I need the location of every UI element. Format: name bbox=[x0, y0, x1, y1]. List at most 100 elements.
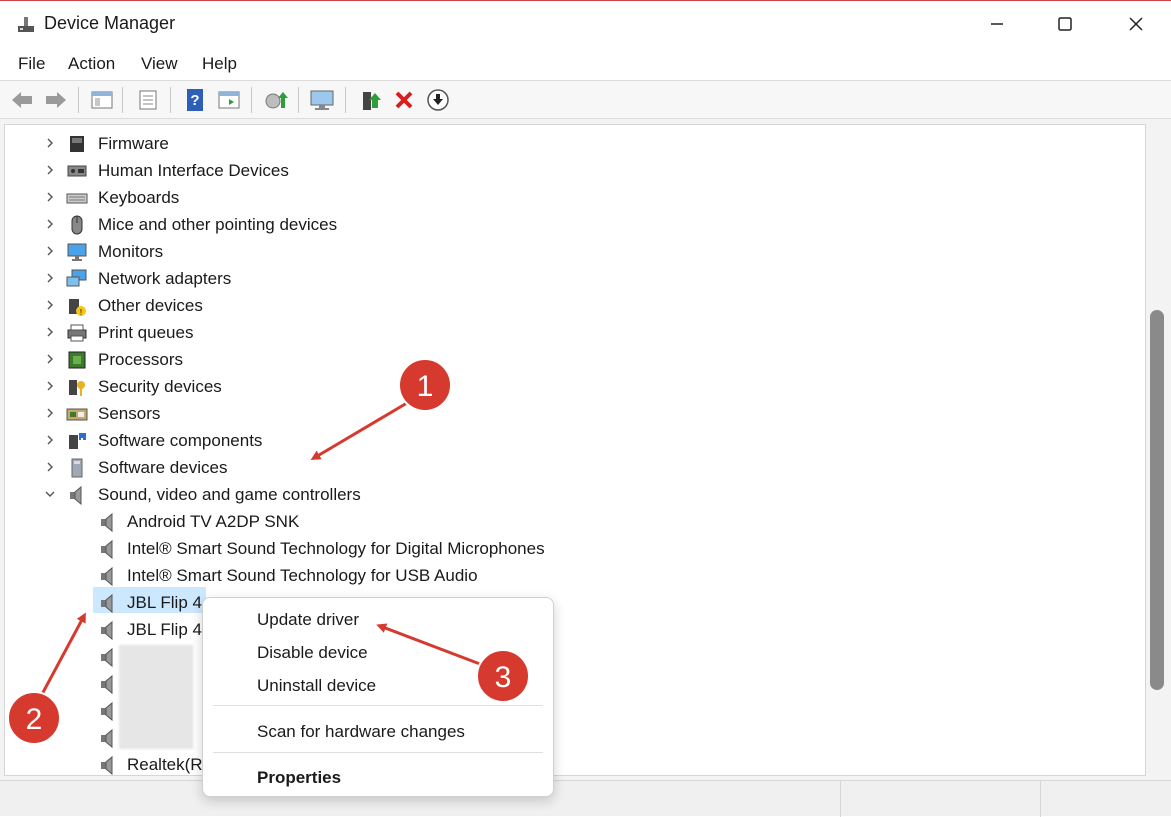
menu-file[interactable]: File bbox=[18, 54, 45, 74]
scan-hardware-icon bbox=[310, 90, 334, 110]
window-title: Device Manager bbox=[44, 13, 176, 33]
tree-category-label: Sound, video and game controllers bbox=[98, 485, 361, 504]
firmware-icon bbox=[70, 136, 84, 152]
tree-category[interactable]: Sound, video and game controllers bbox=[5, 481, 1145, 507]
chevron-down-icon[interactable] bbox=[43, 487, 57, 501]
speaker-icon bbox=[70, 485, 82, 506]
tree-device-label: Realtek(R) bbox=[127, 755, 209, 774]
context-update-driver[interactable]: Update driver bbox=[213, 604, 543, 634]
maximize-button[interactable] bbox=[1030, 1, 1100, 47]
forward-arrow-icon bbox=[46, 92, 66, 108]
back-button[interactable] bbox=[8, 86, 36, 114]
tree-device[interactable]: JBL Flip 4 bbox=[5, 616, 1145, 642]
tree-category-label: Sensors bbox=[98, 404, 161, 423]
tree-device[interactable]: Intel® Smart Sound Technology for Digita… bbox=[5, 535, 1145, 561]
speaker-icon bbox=[101, 566, 113, 587]
printer-icon bbox=[67, 324, 87, 342]
close-button[interactable] bbox=[1101, 1, 1171, 47]
tree-category-label: Software components bbox=[98, 431, 263, 450]
chevron-right-icon[interactable] bbox=[43, 217, 57, 231]
chevron-right-icon[interactable] bbox=[43, 325, 57, 339]
minimize-button[interactable] bbox=[962, 1, 1032, 47]
network-icon bbox=[66, 269, 87, 287]
tree-category[interactable]: Print queues bbox=[5, 319, 1145, 345]
chevron-right-icon[interactable] bbox=[43, 298, 57, 312]
tree-category[interactable]: ! Other devices bbox=[5, 292, 1145, 318]
tree-category[interactable]: Monitors bbox=[5, 238, 1145, 264]
scrollbar-thumb[interactable] bbox=[1150, 310, 1164, 690]
speaker-icon bbox=[101, 593, 113, 614]
context-uninstall-device[interactable]: Uninstall device bbox=[213, 670, 543, 700]
device-tree[interactable]: Firmware Human Interface Devices Keyboards… bbox=[4, 124, 1146, 776]
context-properties[interactable]: Properties bbox=[213, 762, 543, 792]
tree-device[interactable]: Realtek(R) bbox=[5, 751, 1145, 775]
chevron-right-icon[interactable] bbox=[43, 352, 57, 366]
show-hide-console-tree-button[interactable] bbox=[88, 86, 116, 114]
context-disable-device[interactable]: Disable device bbox=[213, 637, 543, 667]
tree-category-label: Processors bbox=[98, 350, 184, 369]
svg-text:?: ? bbox=[190, 92, 199, 109]
keyboard-icon bbox=[66, 193, 88, 204]
uninstall-device-toolbar-button[interactable] bbox=[390, 86, 418, 114]
back-arrow-icon bbox=[12, 92, 32, 108]
device-manager-window: Device Manager File Action View Help ? F… bbox=[0, 0, 1171, 817]
tree-device-label: JBL Flip 4 bbox=[127, 593, 202, 612]
tree-device-label: Android TV A2DP SNK bbox=[127, 512, 300, 531]
help-icon: ? bbox=[187, 89, 203, 111]
tree-device-selected[interactable]: JBL Flip 4 bbox=[5, 589, 1145, 615]
tree-category[interactable]: Software devices bbox=[5, 454, 1145, 480]
tree-category[interactable]: Security devices bbox=[5, 373, 1145, 399]
update-driver-icon bbox=[265, 92, 288, 109]
context-uninstall-device-label: Uninstall device bbox=[257, 676, 377, 695]
console-tree-icon bbox=[91, 91, 113, 109]
tree-category[interactable]: Mice and other pointing devices bbox=[5, 211, 1145, 237]
context-scan-hardware[interactable]: Scan for hardware changes bbox=[213, 716, 543, 746]
tree-category-label: Firmware bbox=[98, 134, 169, 153]
tree-device[interactable]: Intel® Smart Sound Technology for USB Au… bbox=[5, 562, 1145, 588]
chevron-right-icon[interactable] bbox=[43, 136, 57, 150]
tree-device[interactable]: Android TV A2DP SNK bbox=[5, 508, 1145, 534]
tree-category[interactable]: Human Interface Devices bbox=[5, 157, 1145, 183]
svg-text:!: ! bbox=[80, 308, 82, 317]
context-separator bbox=[213, 705, 543, 706]
chevron-right-icon[interactable] bbox=[43, 433, 57, 447]
enable-device-toolbar-button[interactable] bbox=[356, 86, 384, 114]
chevron-right-icon[interactable] bbox=[43, 406, 57, 420]
tree-category-label: Human Interface Devices bbox=[98, 161, 289, 180]
menu-bar: File Action View Help bbox=[0, 47, 1171, 81]
chevron-right-icon[interactable] bbox=[43, 460, 57, 474]
scan-hardware-toolbar-button[interactable] bbox=[308, 86, 336, 114]
chevron-right-icon[interactable] bbox=[43, 271, 57, 285]
vertical-scrollbar[interactable] bbox=[1146, 124, 1171, 776]
menu-action[interactable]: Action bbox=[68, 54, 115, 74]
chevron-right-icon[interactable] bbox=[43, 163, 57, 177]
tree-category[interactable]: Processors bbox=[5, 346, 1145, 372]
tree-category[interactable]: Keyboards bbox=[5, 184, 1145, 210]
tree-category-label: Monitors bbox=[98, 242, 164, 261]
forward-button[interactable] bbox=[42, 86, 70, 114]
context-menu: Update driver Disable device Uninstall d… bbox=[202, 597, 554, 797]
chevron-right-icon[interactable] bbox=[43, 190, 57, 204]
menu-view[interactable]: View bbox=[141, 54, 178, 74]
help-toolbar-button[interactable]: ? bbox=[181, 86, 209, 114]
status-bar bbox=[0, 780, 1171, 817]
properties-toolbar-button[interactable] bbox=[134, 86, 162, 114]
tree-category-label: Network adapters bbox=[98, 269, 232, 288]
chevron-right-icon[interactable] bbox=[43, 379, 57, 393]
enable-device-icon bbox=[363, 92, 381, 110]
device-manager-app-icon bbox=[18, 17, 34, 32]
menu-help[interactable]: Help bbox=[202, 54, 237, 74]
speaker-icon bbox=[101, 620, 113, 641]
minimize-icon bbox=[991, 23, 1003, 25]
chevron-right-icon[interactable] bbox=[43, 244, 57, 258]
tree-category[interactable]: Software components bbox=[5, 427, 1145, 453]
software-device-icon bbox=[71, 458, 83, 478]
update-driver-toolbar-button[interactable] bbox=[262, 86, 290, 114]
disable-device-toolbar-button[interactable] bbox=[424, 86, 452, 114]
tree-category-label: Security devices bbox=[98, 377, 222, 396]
tree-category-label: Other devices bbox=[98, 296, 203, 315]
tree-category[interactable]: Network adapters bbox=[5, 265, 1145, 291]
action-pane-button[interactable] bbox=[215, 86, 243, 114]
tree-category[interactable]: Sensors bbox=[5, 400, 1145, 426]
tree-category[interactable]: Firmware bbox=[5, 130, 1145, 156]
